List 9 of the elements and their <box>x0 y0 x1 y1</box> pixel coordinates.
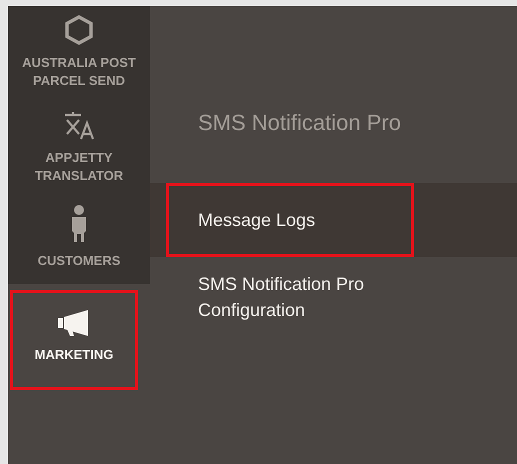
hexagon-icon <box>64 14 94 46</box>
sidebar-item[interactable]: MARKETING <box>10 290 138 390</box>
sidebar-item[interactable]: APPJETTY TRANSLATOR <box>8 103 150 198</box>
sidebar-item[interactable]: AUSTRALIA POST PARCEL SEND <box>8 6 150 104</box>
submenu-title: SMS Notification Pro <box>197 109 402 137</box>
translate-icon <box>62 109 96 142</box>
person-icon <box>69 204 89 244</box>
submenu-link[interactable]: SMS Notification Pro Configuration <box>166 257 431 338</box>
sidebar-item[interactable]: CUSTOMERS <box>8 198 150 284</box>
